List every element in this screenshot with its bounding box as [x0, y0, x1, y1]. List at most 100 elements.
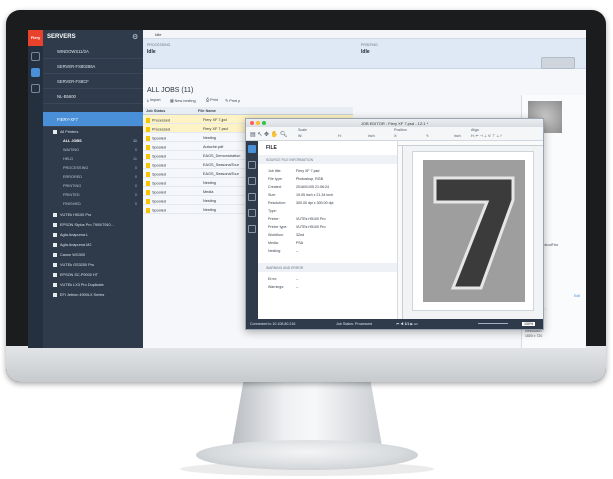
- import-button[interactable]: ⤓ Import: [147, 98, 161, 102]
- checkbox-icon[interactable]: [53, 130, 57, 134]
- checkbox-icon[interactable]: [53, 293, 57, 297]
- printer-item[interactable]: EFI Jetrion 4900LX Series: [43, 290, 143, 300]
- tab-idle[interactable]: Idle: [155, 32, 161, 37]
- checkbox-icon[interactable]: [53, 253, 57, 257]
- page-nav[interactable]: ⏮ ◀ 1/1 ▶ ⏭: [396, 322, 417, 326]
- job-file: EAGS_Demonstration: [203, 153, 241, 158]
- printer-item[interactable]: Agfa Anapurna L: [43, 230, 143, 240]
- edit-link[interactable]: Edit: [574, 294, 580, 298]
- monitor-stand-neck: [232, 378, 382, 446]
- server-item[interactable]: SERVER-FS8CF: [43, 74, 143, 89]
- home-icon[interactable]: [31, 52, 40, 61]
- job-file: EAGS_SeasonalTour: [203, 171, 239, 176]
- pos-x[interactable]: X:: [394, 134, 397, 138]
- printer-label: VUTEk GS3250 Pro: [60, 263, 94, 267]
- new-nesting-button[interactable]: ▦ New nesting: [170, 98, 196, 103]
- tools-icons[interactable]: ▤ ↖ ✥ ✋ 🔍︎: [250, 131, 287, 138]
- editor-toolbar: ▤ ↖ ✥ ✋ 🔍︎ Scale W: H: inch Position X: …: [246, 127, 543, 141]
- printer-item[interactable]: EPSON SC-P9000 HT: [43, 270, 143, 280]
- checkbox-icon[interactable]: [53, 263, 57, 267]
- zoom-value[interactable]: 100%: [522, 322, 536, 326]
- server-item-selected[interactable]: FIERY-XF7: [43, 112, 143, 127]
- col-file[interactable]: File Name: [198, 109, 216, 113]
- queue-label: ERRORED: [63, 175, 82, 179]
- print-button[interactable]: ⎙ Print: [206, 98, 218, 102]
- layout-tab-icon[interactable]: [248, 177, 256, 185]
- pos-unit[interactable]: inch: [454, 134, 461, 138]
- server-item[interactable]: WINDOWS11/2A: [43, 44, 143, 59]
- checkbox-icon[interactable]: [53, 223, 57, 227]
- print-p-button[interactable]: ✎ Print p: [225, 98, 240, 103]
- servers-sidebar: Fiery SERVERS ⚙ WINDOWS11/2A SERVER-FS80…: [28, 30, 143, 348]
- checkbox-icon[interactable]: [53, 213, 57, 217]
- warn-value: --: [296, 277, 299, 281]
- checkbox-icon[interactable]: [53, 273, 57, 277]
- printer-item[interactable]: VUTEk GS3250 Pro: [43, 260, 143, 270]
- printer-label: EPSON Stylus Pro 7900/7910...: [60, 223, 114, 227]
- printer-label: Agfa Anapurna M2: [60, 243, 92, 247]
- document-icon: [146, 153, 150, 159]
- job-image[interactable]: [423, 160, 525, 302]
- panel-title: FILE: [266, 145, 277, 151]
- queue-label: FINISHED: [63, 202, 81, 206]
- zoom-dot-icon[interactable]: [262, 121, 266, 125]
- info-value: --: [296, 249, 299, 253]
- servers-icon[interactable]: [31, 68, 40, 77]
- scale-w[interactable]: W:: [298, 134, 302, 138]
- zoom-slider[interactable]: [478, 323, 508, 324]
- info-key: Job title:: [268, 169, 282, 173]
- checkbox-icon[interactable]: [53, 283, 57, 287]
- color-tab-icon[interactable]: [248, 193, 256, 201]
- info-key: Resolution:: [268, 201, 286, 205]
- printer-label: VUTEk H5100 Pro: [60, 213, 92, 217]
- document-icon: [146, 117, 150, 123]
- editor-statusbar: Connected to 10.108.80.216 Job Status: P…: [246, 319, 543, 329]
- finishing-tab-icon[interactable]: [248, 225, 256, 233]
- job-status: Spooled: [152, 208, 166, 212]
- job-status: Spooled: [152, 181, 166, 185]
- close-dot-icon[interactable]: [250, 121, 254, 125]
- apps-grid-icon[interactable]: [31, 84, 40, 93]
- editor-side-tabs: [246, 141, 258, 319]
- info-key: Nesting:: [268, 249, 282, 253]
- col-status[interactable]: Job Status: [146, 109, 165, 113]
- server-item[interactable]: SERVER-FS80286A: [43, 59, 143, 74]
- scale-unit[interactable]: inch: [368, 134, 375, 138]
- job-file: Fiery XF 7.jpd: [203, 117, 227, 122]
- printer-item[interactable]: Agfa Anapurna M2: [43, 240, 143, 250]
- info-key: Printer:: [268, 217, 280, 221]
- numeral-seven-image: [423, 160, 525, 302]
- print-p-label: Print p: [229, 99, 241, 103]
- warning-section-header[interactable]: WARNING AND ERROR: [258, 263, 397, 272]
- printer-item[interactable]: EPSON Stylus Pro 7900/7910...: [43, 220, 143, 230]
- editor-title: JOB EDITOR : Fiery XF 7.psd - 12:1 *: [360, 121, 429, 126]
- source-section-header[interactable]: SOURCE FILE INFORMATION: [258, 155, 397, 164]
- printer-item[interactable]: VUTEk H5100 Pro: [43, 210, 143, 220]
- printer-item[interactable]: VUTEk LX3 Pro Duplicate: [43, 280, 143, 290]
- position-label: Position: [394, 128, 407, 132]
- document-icon: [146, 180, 150, 186]
- align-buttons[interactable]: H: ⊢ ⊣ ⊥ V: ⊤ ⊥ ⊦: [471, 134, 502, 138]
- scale-h[interactable]: H:: [338, 134, 342, 138]
- job-file: Media: [203, 189, 214, 194]
- view-tab-icon[interactable]: [248, 161, 256, 169]
- info-value: VUTEk H5100 Pro: [296, 217, 326, 221]
- info-value: 2016/01/05 21:06:24: [296, 185, 329, 189]
- server-item[interactable]: NL-B5600: [43, 89, 143, 104]
- info-key: Created:: [268, 185, 282, 189]
- printer-tab-icon[interactable]: [248, 209, 256, 217]
- icon-strip: Fiery: [28, 30, 43, 348]
- minimize-dot-icon[interactable]: [256, 121, 260, 125]
- info-key: Workflow:: [268, 233, 284, 237]
- job-file: Nesting: [203, 135, 216, 140]
- pos-y[interactable]: Y:: [426, 134, 429, 138]
- queue-label: PROCESSING: [63, 166, 89, 170]
- queue-finished[interactable]: FINISHED 0: [43, 199, 143, 209]
- printer-item[interactable]: Canon WG300: [43, 250, 143, 260]
- preview-canvas[interactable]: [398, 141, 543, 319]
- fiery-logo: Fiery: [28, 30, 43, 46]
- checkbox-icon[interactable]: [53, 233, 57, 237]
- gear-icon[interactable]: ⚙: [132, 33, 138, 41]
- file-tab-icon[interactable]: [248, 145, 256, 153]
- checkbox-icon[interactable]: [53, 243, 57, 247]
